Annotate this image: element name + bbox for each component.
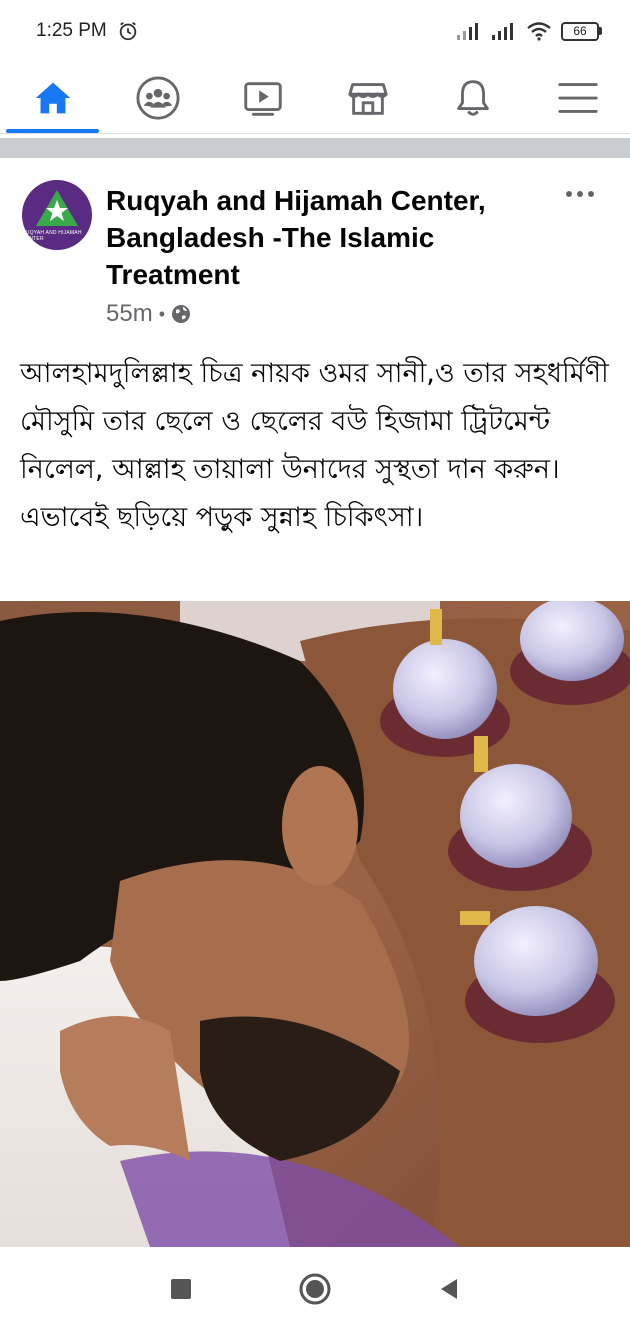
signal-icon xyxy=(457,23,478,40)
post-text-paragraph: আলহামদুলিল্লাহ চিত্র নায়ক ওমর সানী,ও তা… xyxy=(20,358,609,485)
recents-button[interactable] xyxy=(164,1272,198,1306)
back-triangle-icon xyxy=(441,1278,457,1299)
nav-menu-tab[interactable] xyxy=(525,62,630,133)
post-options-button[interactable] xyxy=(560,184,600,204)
avatar-logo-text: RUQYAH AND HIJAMAH CENTER xyxy=(22,230,82,242)
wifi-icon xyxy=(527,22,551,41)
back-button[interactable] xyxy=(432,1272,466,1306)
alarm-icon xyxy=(119,21,137,41)
hamburger-icon xyxy=(557,82,598,113)
bell-icon xyxy=(456,79,489,116)
meta-separator: • xyxy=(158,303,165,324)
post-photo[interactable] xyxy=(0,601,630,1247)
nav-home-tab[interactable] xyxy=(0,62,105,133)
page-name-link[interactable]: Ruqyah and Hijamah Center, Bangladesh -T… xyxy=(106,182,536,293)
battery-level: 66 xyxy=(561,21,599,41)
status-bar: 1:25 PM 66 xyxy=(0,0,630,62)
globe-icon xyxy=(172,305,190,323)
post-meta: 55m • xyxy=(106,300,191,328)
more-dot-icon xyxy=(588,191,594,197)
store-icon xyxy=(347,82,388,115)
feed-separator xyxy=(0,138,630,158)
top-nav-bar xyxy=(0,62,630,134)
android-nav-bar xyxy=(0,1247,630,1330)
groups-icon xyxy=(135,75,180,120)
page-avatar[interactable]: RUQYAH AND HIJAMAH CENTER xyxy=(22,180,92,250)
post-header: RUQYAH AND HIJAMAH CENTER Ruqyah and Hij… xyxy=(0,158,630,338)
status-time: 1:25 PM xyxy=(36,20,107,41)
signal-icon xyxy=(492,23,513,40)
home-button[interactable] xyxy=(298,1272,332,1306)
more-dot-icon xyxy=(566,191,572,197)
nav-marketplace-tab[interactable] xyxy=(315,62,420,133)
video-icon xyxy=(243,81,282,116)
home-icon xyxy=(35,82,70,113)
hijama-photo xyxy=(0,601,630,1247)
nav-groups-tab[interactable] xyxy=(105,62,210,133)
post-text: আলহামদুলিল্লাহ চিত্র নায়ক ওমর সানী,ও তা… xyxy=(20,350,616,542)
nav-notifications-tab[interactable] xyxy=(420,62,525,133)
post-text-paragraph: এভাবেই ছড়িয়ে পড়ুক সুন্নাহ চিকিৎসা। xyxy=(20,502,424,533)
post-time[interactable]: 55m xyxy=(106,300,153,328)
nav-watch-tab[interactable] xyxy=(210,62,315,133)
battery-icon: 66 xyxy=(561,21,602,41)
home-circle-icon xyxy=(299,1273,331,1304)
recents-square-icon xyxy=(171,1278,191,1299)
more-dot-icon xyxy=(577,191,583,197)
logo-icon xyxy=(36,190,78,226)
